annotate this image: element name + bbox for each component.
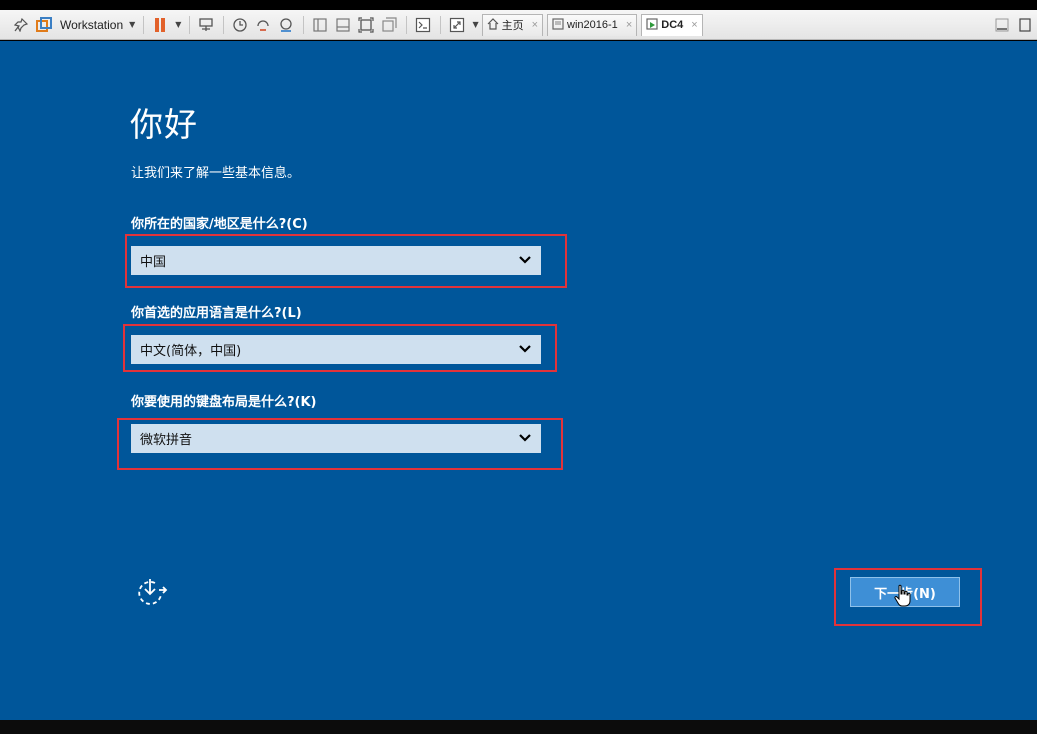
chevron-down-icon [518, 341, 532, 355]
toolbar-separator [303, 15, 305, 34]
page-subtitle: 让我们来了解一些基本信息。 [131, 166, 301, 181]
power-menu-chevron-icon[interactable]: ▼ [175, 20, 181, 29]
snapshot-icon[interactable] [229, 14, 251, 36]
console-view-icon[interactable] [355, 14, 377, 36]
show-library-icon[interactable] [309, 14, 331, 36]
workstation-menu-chevron-icon[interactable]: ▼ [129, 20, 135, 29]
language-select[interactable]: 中文(简体，中国) [131, 335, 541, 364]
vm-icon [646, 17, 658, 33]
pause-icon[interactable] [149, 14, 171, 36]
tab-win2016-1[interactable]: win2016-1 × [547, 13, 638, 36]
language-question-label: 你首选的应用语言是什么?(L) [131, 306, 302, 321]
close-icon[interactable]: × [532, 19, 538, 31]
tab-home[interactable]: 主页 × [481, 13, 544, 36]
region-select-value: 中国 [140, 255, 167, 270]
region-question-label: 你所在的国家/地区是什么?(C) [131, 217, 308, 232]
chevron-down-icon [518, 430, 532, 444]
home-icon [487, 17, 499, 33]
stretch-menu-chevron-icon[interactable]: ▼ [472, 20, 478, 29]
window-icon[interactable] [1014, 14, 1036, 36]
close-icon[interactable]: × [691, 19, 697, 31]
snapshot-manager-icon[interactable] [275, 14, 297, 36]
stretch-icon[interactable] [446, 14, 468, 36]
unity-icon[interactable] [378, 14, 400, 36]
vmware-toolbar: Workstation ▼ ▼ ▼ 主页 × win2016-1 × DC4 × [0, 10, 1037, 40]
bottom-black-strip [0, 720, 1037, 734]
page-title: 你好 [130, 105, 198, 144]
minimize-icon[interactable] [991, 14, 1013, 36]
toolbar-separator [223, 15, 225, 34]
accessibility-icon[interactable] [135, 577, 169, 607]
send-ctrl-alt-del-icon[interactable] [195, 14, 217, 36]
toolbar-separator [406, 15, 408, 34]
keyboard-select-value: 微软拼音 [140, 433, 193, 448]
close-icon[interactable]: × [626, 19, 632, 31]
pin-icon[interactable] [10, 14, 32, 36]
tab-label: win2016-1 [567, 19, 618, 31]
chevron-down-icon [518, 252, 532, 266]
keyboard-select[interactable]: 微软拼音 [131, 424, 541, 453]
tab-label: DC4 [661, 19, 684, 31]
keyboard-question-label: 你要使用的键盘布局是什么?(K) [131, 395, 317, 410]
revert-snapshot-icon[interactable] [252, 14, 274, 36]
top-black-strip [0, 0, 1037, 10]
toolbar-separator [189, 15, 191, 34]
workstation-menu-label[interactable]: Workstation [60, 18, 123, 32]
vmware-logo-icon [33, 14, 55, 36]
toolbar-separator [143, 15, 145, 34]
region-select[interactable]: 中国 [131, 246, 541, 275]
language-select-value: 中文(简体，中国) [140, 344, 242, 359]
tab-label: 主页 [501, 20, 524, 32]
cursor-icon [894, 584, 912, 608]
toolbar-separator [440, 15, 442, 34]
terminal-icon[interactable] [412, 14, 434, 36]
thumbnail-bar-icon[interactable] [332, 14, 354, 36]
tab-dc4[interactable]: DC4 × [641, 13, 703, 36]
vm-icon [552, 17, 564, 33]
